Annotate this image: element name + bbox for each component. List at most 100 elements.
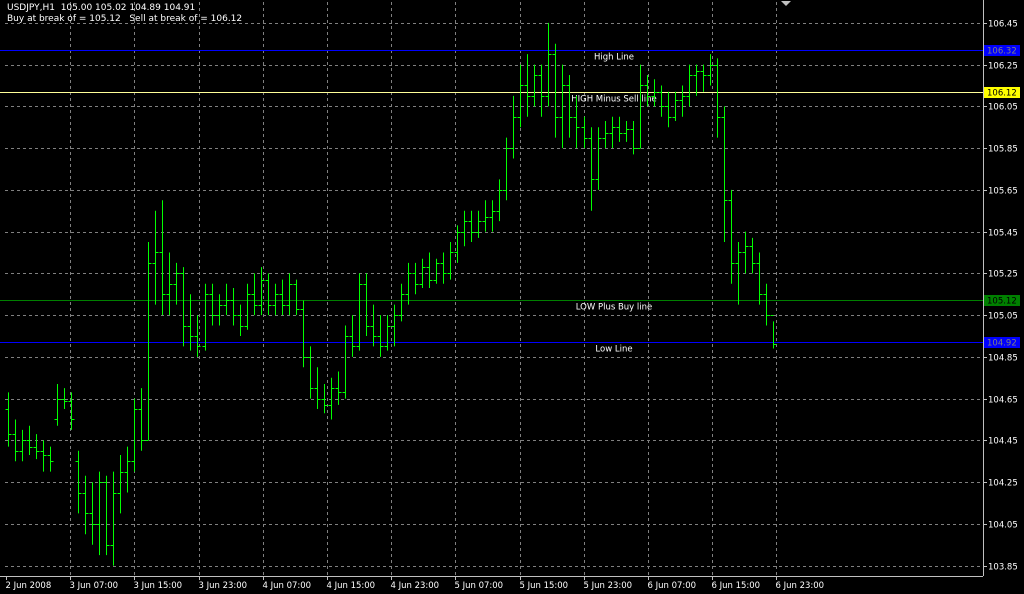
ohlc-bar (447, 242, 454, 280)
ohlc-bar (293, 279, 300, 316)
ohlc-bar (230, 287, 237, 326)
y-tick-label: 106.45 (988, 20, 1018, 30)
ohlc-bar (461, 210, 468, 247)
axes: 106.45 106.25 106.05 105.85 105.65 105.45 105.… (0, 0, 1018, 591)
ohlc-bar (510, 95, 517, 159)
ohlc-bar (244, 283, 251, 330)
ohlc-bar (475, 210, 482, 238)
ohlc-bar (19, 429, 26, 462)
y-tick-label: 105.85 (988, 145, 1018, 155)
price-tag-text-low: 104.92 (987, 339, 1017, 349)
ohlc-bar (742, 231, 749, 274)
ohlc-bar (700, 64, 707, 92)
level-label-buy: LOW Plus Buy line (576, 303, 653, 313)
ohlc-bar (623, 120, 630, 142)
break-levels-label: Buy at break of = 105.12 Sell at break o… (7, 14, 242, 24)
ohlc-bar (552, 43, 559, 138)
ohlc-bar (693, 64, 700, 96)
ohlc-bar (489, 200, 496, 232)
x-tick-label: 6 Jun 07:00 (648, 581, 697, 591)
x-tick-label: 4 Jun 15:00 (327, 581, 376, 591)
ohlc-bar (180, 267, 187, 347)
y-tick-label: 106.25 (988, 62, 1018, 72)
ohlc-bar (131, 398, 138, 472)
ohlc-bar (377, 315, 384, 357)
level-buy[interactable]: LOW Plus Buy line 105.12 (0, 295, 1020, 313)
ohlc-bar (251, 273, 258, 316)
ohlc-bar (68, 392, 75, 430)
ohlc-bar (412, 262, 419, 295)
scroll-marker-icon[interactable] (781, 1, 791, 6)
ohlc-bar (503, 137, 510, 201)
ohlc-bar (728, 189, 735, 284)
ohlc-bar (138, 388, 145, 451)
ohlc-bar (5, 392, 12, 447)
ohlc-bar (96, 471, 103, 556)
ohlc-bar (237, 304, 244, 336)
ohlc-bar (314, 367, 321, 410)
ohlc-bar (714, 58, 721, 138)
y-tick-label: 105.05 (988, 312, 1018, 322)
ohlc-bar (54, 383, 61, 426)
price-tag-text-buy: 105.12 (987, 297, 1017, 307)
ohlc-bar (630, 120, 637, 155)
ohlc-bar (110, 471, 117, 566)
price-tag-text-high: 106.32 (987, 47, 1017, 57)
ohlc-bar (433, 258, 440, 284)
x-tick-label: 3 Jun 23:00 (199, 581, 248, 591)
ohlc-bar (342, 325, 349, 399)
ohlc-bar (602, 120, 609, 149)
y-tick-label: 106.05 (988, 103, 1018, 113)
ohlc-bar (145, 242, 152, 441)
price-chart[interactable]: High Line 106.32 HIGH Minus Sell line 106.1… (0, 0, 1024, 594)
ohlc-bar (679, 85, 686, 117)
ohlc-bar (279, 279, 286, 316)
ohlc-bar (517, 64, 524, 128)
level-lines[interactable]: High Line 106.32 HIGH Minus Sell line 106.1… (0, 45, 1020, 355)
ohlc-bar (405, 262, 412, 305)
ohlc-bar (749, 237, 756, 274)
ohlc-bar (721, 106, 728, 243)
ohlc-bar (440, 252, 447, 284)
ohlc-bar (595, 127, 602, 190)
ohlc-bar (307, 346, 314, 399)
ohlc-bar (173, 262, 180, 305)
ohlc-bar (581, 116, 588, 149)
x-tick-label: 5 Jun 23:00 (584, 581, 633, 591)
ohlc-bar (209, 283, 216, 326)
level-low[interactable]: Low Line 104.92 (0, 337, 1020, 355)
price-tag-text-sell: 106.12 (987, 89, 1017, 99)
y-tick-label: 104.05 (988, 521, 1018, 531)
ohlc-bar (538, 64, 545, 117)
ohlc-bar (496, 179, 503, 222)
ohlc-bar (370, 304, 377, 347)
ohlc-bar (482, 200, 489, 232)
y-tick-label: 105.25 (988, 270, 1018, 280)
chart-window[interactable]: High Line 106.32 HIGH Minus Sell line 106.1… (0, 0, 1024, 594)
ohlc-bar (391, 304, 398, 347)
level-label-low: Low Line (595, 345, 632, 355)
x-tick-label: 2 Jun 2008 (6, 581, 52, 591)
ohlc-bar (103, 475, 110, 556)
level-high[interactable]: High Line 106.32 (0, 45, 1020, 63)
y-tick-label: 103.85 (988, 563, 1018, 573)
ohlc-bar (166, 252, 173, 316)
sell-break-label: Sell at break of = 106.12 (129, 14, 243, 24)
x-tick-label: 6 Jun 15:00 (712, 581, 761, 591)
ohlc-bar (616, 116, 623, 142)
ohlc-bar (531, 64, 538, 107)
ohlc-bar (609, 116, 616, 149)
grid (5, 2, 983, 576)
y-tick-label: 104.65 (988, 396, 1018, 406)
ohlc-bar (152, 210, 159, 305)
x-tick-label: 6 Jun 23:00 (776, 581, 825, 591)
y-tick-label: 105.45 (988, 229, 1018, 239)
x-tick-label: 3 Jun 07:00 (70, 581, 119, 591)
level-sell[interactable]: HIGH Minus Sell line 106.12 (0, 87, 1020, 105)
ohlc-bar (686, 64, 693, 107)
ohlc-bar (40, 440, 47, 472)
buy-break-label: Buy at break of = 105.12 (7, 14, 121, 24)
ohlc-bar (223, 283, 230, 316)
ohlc-bar (658, 85, 665, 117)
ohlc-bar (47, 446, 54, 472)
